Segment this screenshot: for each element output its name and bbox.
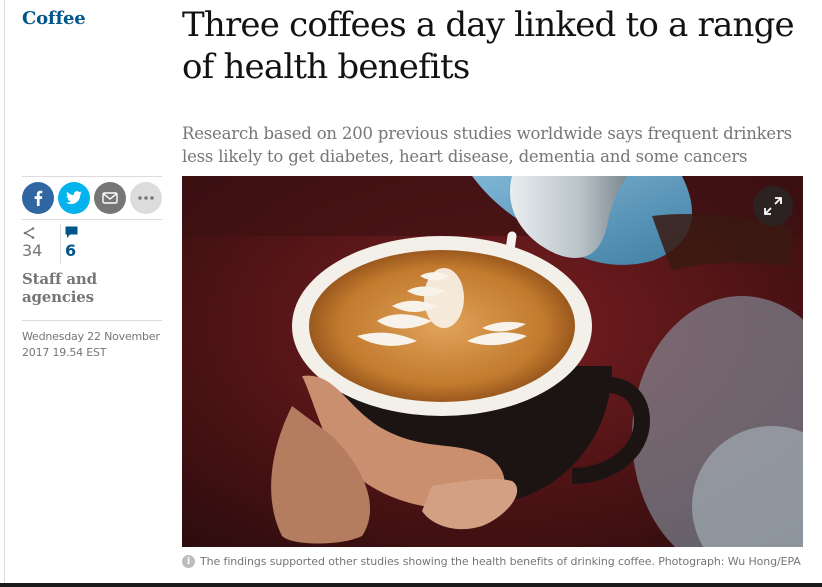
bottom-bar [0, 583, 822, 587]
section-link[interactable]: Coffee [22, 8, 86, 29]
dateline: Wednesday 22 November 2017 19.54 EST [22, 321, 162, 361]
comment-count-value: 6 [65, 241, 77, 260]
email-icon [102, 192, 118, 204]
info-icon: i [182, 555, 195, 568]
page-left-rule [4, 0, 5, 587]
facebook-icon [34, 190, 43, 206]
email-share-button[interactable] [94, 182, 126, 214]
twitter-icon [66, 191, 82, 205]
share-icon [23, 227, 35, 239]
image-caption: i The findings supported other studies s… [182, 555, 822, 568]
dateline-day: Wednesday 22 November [22, 330, 160, 343]
expand-image-button[interactable] [753, 186, 793, 226]
share-count: 34 [22, 224, 60, 264]
caption-text: The findings supported other studies sho… [200, 555, 801, 568]
counts-row: 34 6 [22, 220, 162, 264]
standfirst: Research based on 200 previous studies w… [182, 124, 792, 166]
dateline-time: 2017 19.54 EST [22, 346, 107, 359]
main-photo[interactable] [182, 176, 803, 547]
headline: Three coffees a day linked to a range of… [182, 5, 795, 87]
twitter-share-button[interactable] [58, 182, 90, 214]
article-meta: 34 6 Staff and agencies Wednesday 22 Nov… [22, 176, 162, 361]
comment-icon [65, 226, 78, 238]
share-buttons [22, 177, 162, 219]
more-icon [138, 196, 154, 200]
more-share-button[interactable] [130, 182, 162, 214]
comment-count[interactable]: 6 [61, 224, 102, 264]
byline[interactable]: Staff and agencies [22, 264, 162, 320]
expand-icon [764, 197, 782, 215]
coffee-latte-art-photo [182, 176, 803, 547]
facebook-share-button[interactable] [22, 182, 54, 214]
share-count-value: 34 [22, 241, 43, 260]
